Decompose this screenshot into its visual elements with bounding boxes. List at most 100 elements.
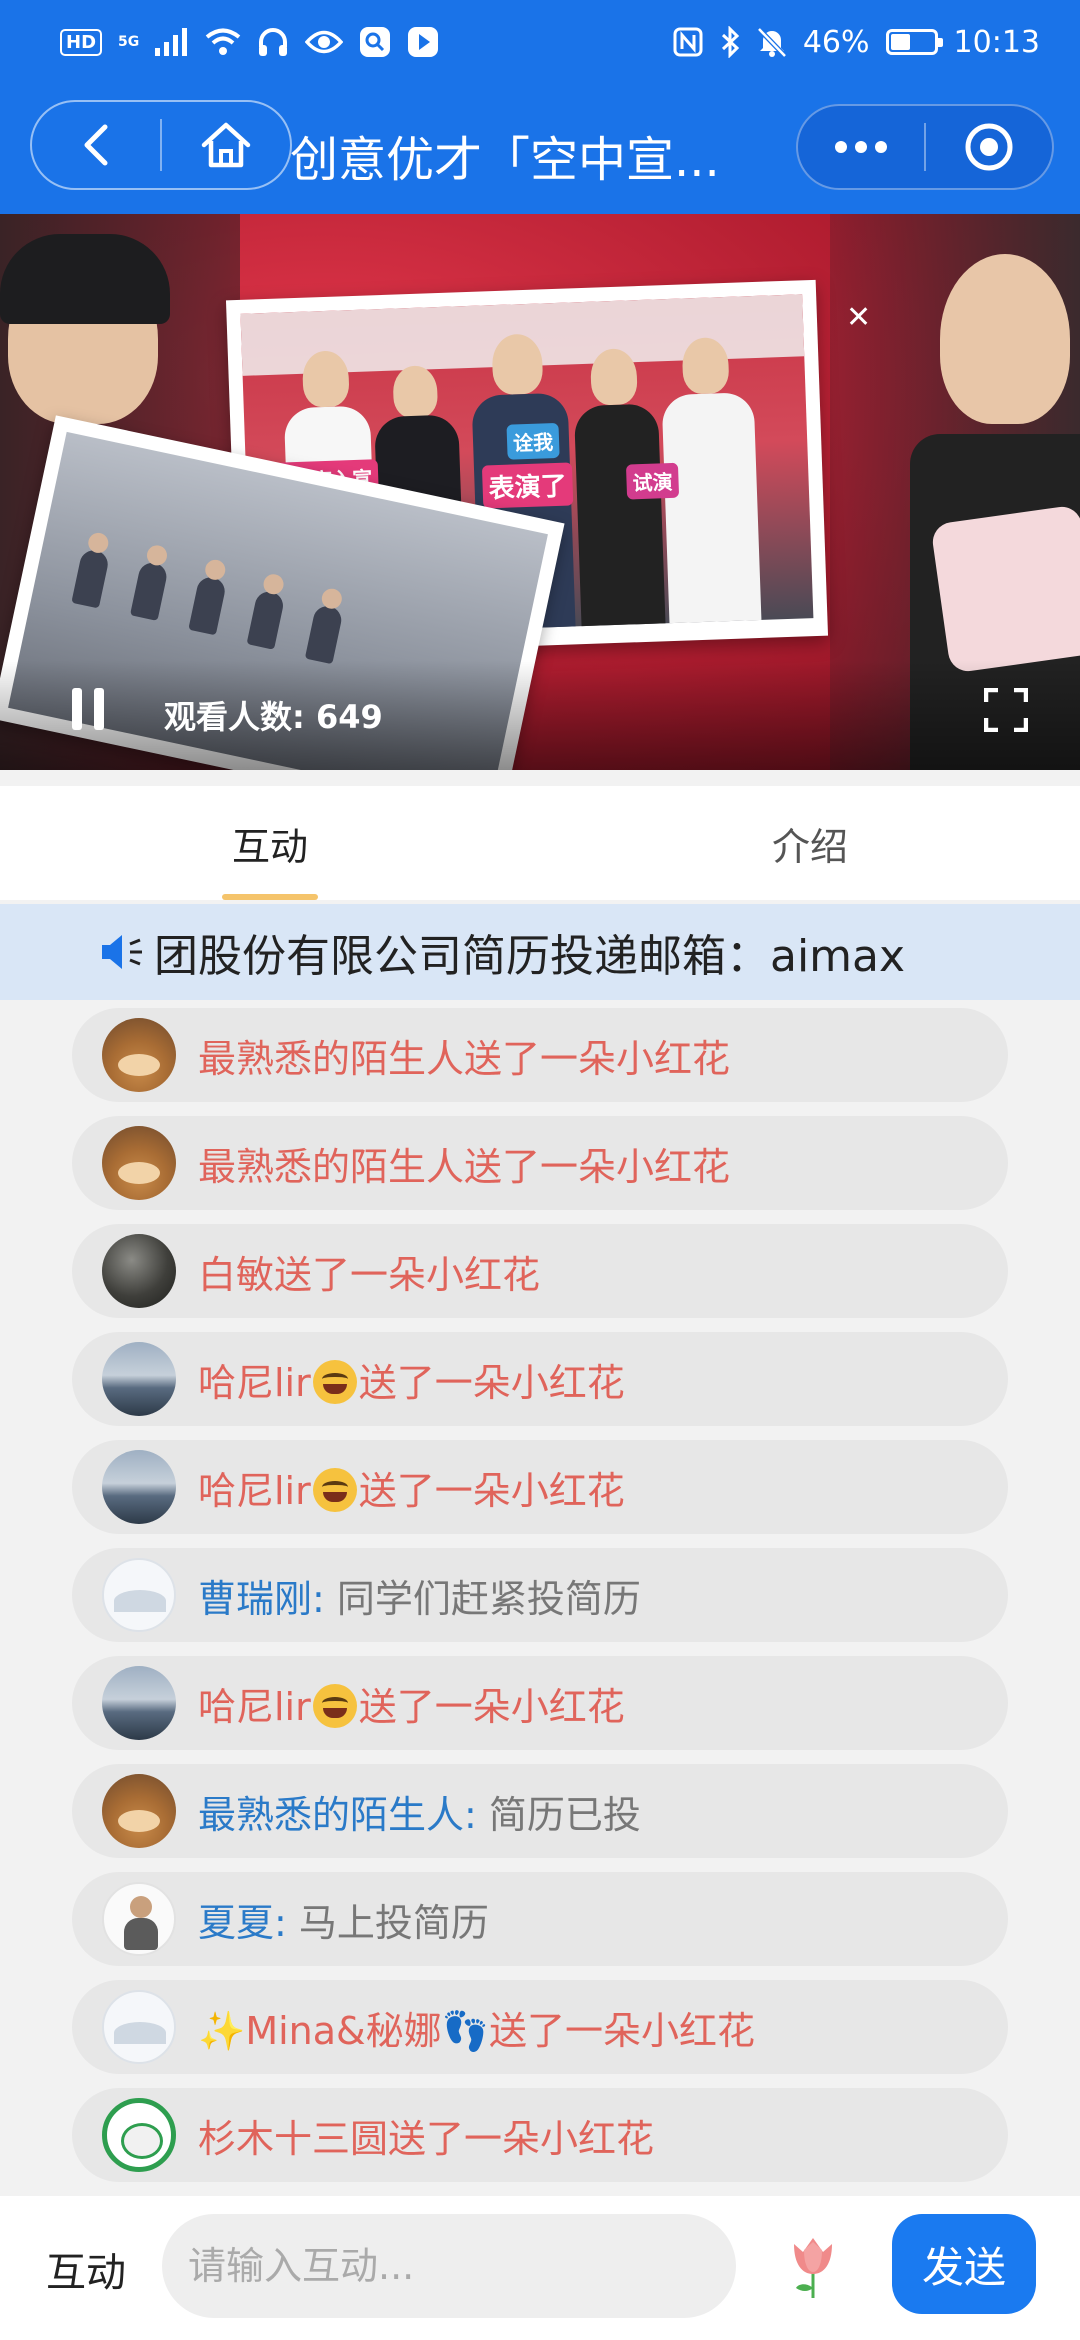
page-title: 创意优才「空中宣... (290, 132, 720, 188)
comment-colon: : (274, 1900, 287, 1945)
close-icon[interactable]: ✕ (846, 300, 871, 335)
speaker-icon (100, 930, 148, 974)
send-button[interactable]: 发送 (892, 2214, 1036, 2314)
avatar[interactable] (102, 1558, 176, 1632)
announcement-marquee: 团股份有限公司简历投递邮箱：aimax (0, 904, 1080, 1000)
comment-username[interactable]: 最熟悉的陌生人 (198, 1793, 464, 1837)
clock: 10:13 (953, 24, 1040, 60)
avatar[interactable] (102, 1990, 176, 2064)
avatar[interactable] (102, 1666, 176, 1740)
grin-emoji-icon (312, 1683, 357, 1728)
gift-sender: 哈尼lir (198, 1360, 311, 1405)
video-hair (0, 234, 170, 324)
gift-message: ✨Mina&秘娜👣送了一朵小红花 (198, 2008, 755, 2053)
gift-sender: 哈尼lir (198, 1684, 311, 1729)
tab-interaction[interactable]: 互动 (0, 786, 540, 900)
photo-figure-head (145, 543, 169, 568)
gift-action: 送了一朵小红花 (358, 1360, 625, 1405)
home-button[interactable] (162, 102, 290, 188)
grin-emoji-icon (312, 1467, 357, 1512)
chat-row: 杉木十三圆送了一朵小红花 (72, 2088, 1008, 2182)
photo-figure-head (203, 557, 228, 582)
avatar[interactable] (102, 1342, 176, 1416)
nav-capsule (30, 100, 292, 190)
menu-capsule (796, 104, 1054, 190)
comment-username[interactable]: 夏夏 (198, 1901, 274, 1945)
flower-icon[interactable] (784, 2234, 842, 2300)
tab-intro[interactable]: 介绍 (540, 786, 1080, 900)
gift-message: 白敏送了一朵小红花 (198, 1252, 541, 1297)
grin-emoji-icon (312, 1359, 357, 1404)
viewer-count-value: 649 (315, 698, 383, 736)
video-sign (930, 504, 1080, 674)
avatar[interactable] (102, 1450, 176, 1524)
live-video-player[interactable]: 今日提高入宣 表演了 试演 诠我 ✕ 观看人数: 649 (0, 214, 1080, 770)
chat-row: ✨Mina&秘娜👣送了一朵小红花 (72, 1980, 1008, 2074)
chat-row: 夏夏: 马上投简历 (72, 1872, 1008, 1966)
back-icon (84, 124, 108, 166)
battery-icon (885, 29, 943, 55)
chat-row: 最熟悉的陌生人: 简历已投 (72, 1764, 1008, 1858)
battery-percent: 46% (802, 24, 870, 60)
more-button[interactable] (798, 106, 924, 188)
gift-message: 最熟悉的陌生人送了一朵小红花 (198, 1036, 731, 1081)
photo-shirt (661, 392, 762, 626)
search-app-icon (360, 27, 391, 57)
fullscreen-icon[interactable] (984, 688, 1028, 732)
comment-message: 夏夏: 马上投简历 (198, 1892, 489, 1947)
photo-sign: 试演 (625, 462, 680, 500)
back-button[interactable] (32, 102, 160, 188)
avatar[interactable] (102, 2098, 176, 2172)
photo-shirt (573, 403, 666, 633)
viewer-count: 观看人数: 649 (164, 692, 383, 738)
hd-icon: HD (60, 28, 103, 56)
photo-figure (188, 557, 228, 636)
viewer-count-label: 观看人数: (164, 698, 305, 736)
gift-action: 送了一朵小红花 (358, 1468, 625, 1513)
status-bar: HD 5G 46% 10:13 (0, 0, 1080, 84)
comment-input[interactable] (162, 2214, 736, 2318)
photo-person (392, 365, 439, 419)
record-icon (965, 123, 1013, 171)
input-bar-label: 互动 (46, 2250, 126, 2296)
play-app-icon (408, 27, 439, 57)
status-left: HD 5G (60, 26, 439, 58)
avatar[interactable] (102, 1234, 176, 1308)
avatar[interactable] (102, 1126, 176, 1200)
chat-row: 曹瑞刚: 同学们赶紧投简历 (72, 1548, 1008, 1642)
avatar[interactable] (102, 1018, 176, 1092)
comment-username[interactable]: 曹瑞刚 (198, 1577, 312, 1621)
video-person (940, 254, 1070, 424)
status-right: 46% 10:13 (673, 25, 1040, 60)
gift-message: 最熟悉的陌生人送了一朵小红花 (198, 1144, 731, 1189)
gift-message: 哈尼lir 送了一朵小红花 (198, 1676, 625, 1731)
avatar[interactable] (102, 1774, 176, 1848)
chat-row: 哈尼lir 送了一朵小红花 (72, 1656, 1008, 1750)
battery-level (890, 34, 910, 50)
signal-icon (155, 28, 188, 56)
chat-row: 哈尼lir 送了一朵小红花 (72, 1440, 1008, 1534)
chat-row: 最熟悉的陌生人送了一朵小红花 (72, 1008, 1008, 1102)
photo-sign: 表演了 (481, 462, 574, 509)
photo-figure-head (86, 531, 111, 555)
eye-icon (305, 30, 344, 54)
headphones-icon (259, 28, 288, 56)
gift-message: 哈尼lir 送了一朵小红花 (198, 1352, 625, 1407)
chat-list[interactable]: 最熟悉的陌生人送了一朵小红花 最熟悉的陌生人送了一朵小红花 白敏送了一朵小红花 … (0, 1008, 1080, 2184)
comment-text: 简历已投 (488, 1792, 641, 1837)
pause-button[interactable] (72, 688, 106, 730)
pause-icon (94, 688, 104, 730)
chat-row: 哈尼lir 送了一朵小红花 (72, 1332, 1008, 1426)
network-type: 5G (118, 34, 140, 50)
photo-figure (246, 572, 286, 650)
comment-colon: : (312, 1576, 325, 1621)
announcement-text: 团股份有限公司简历投递邮箱：aimax (154, 931, 906, 982)
avatar[interactable] (102, 1882, 176, 1956)
photo-figure-head (261, 572, 286, 597)
comment-text: 马上投简历 (298, 1900, 489, 1945)
exit-button[interactable] (926, 106, 1052, 188)
mute-icon (757, 27, 787, 58)
video-controls-overlay (0, 660, 1080, 770)
gift-message: 杉木十三圆送了一朵小红花 (198, 2116, 655, 2161)
gift-sender: 哈尼lir (198, 1468, 311, 1513)
